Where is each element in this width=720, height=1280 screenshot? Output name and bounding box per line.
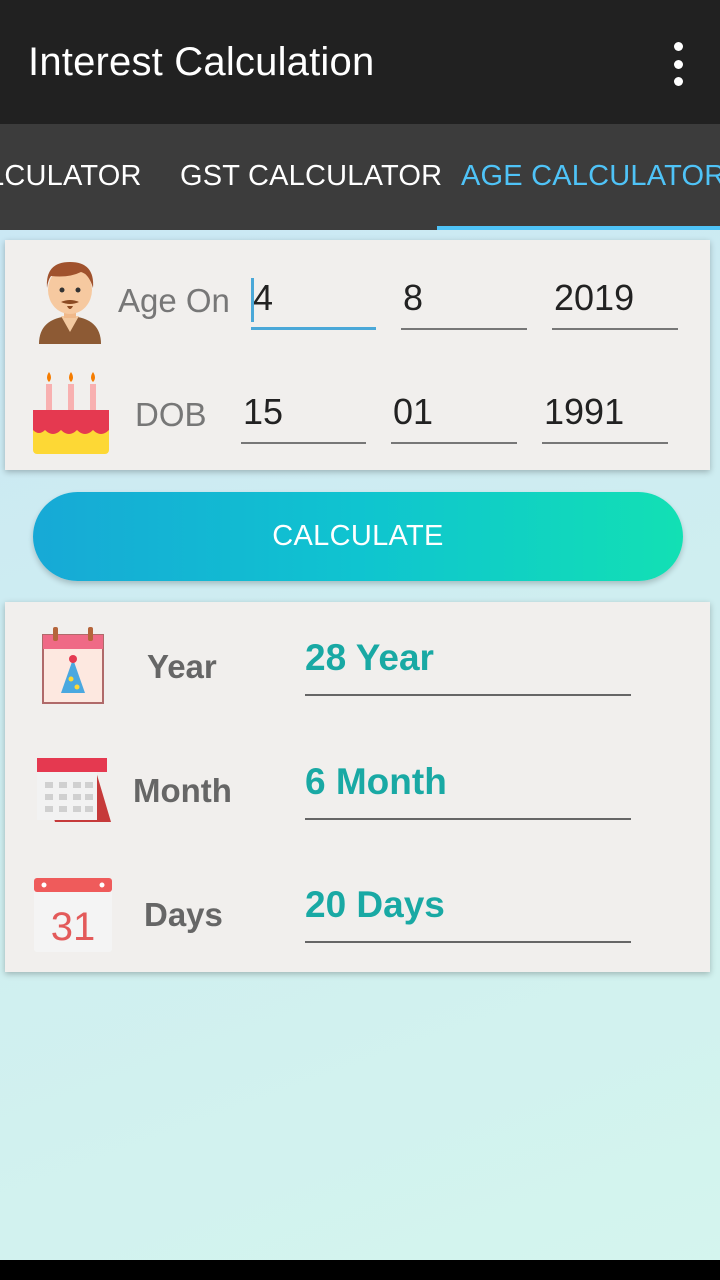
- month-label: Month: [133, 772, 232, 809]
- age-on-day-input[interactable]: 4: [251, 270, 376, 330]
- tab-gst-calculator[interactable]: GST CALCULATOR: [180, 160, 442, 193]
- age-on-label: Age On: [118, 282, 230, 319]
- dob-month-input[interactable]: 01: [391, 384, 517, 444]
- system-nav-bar: [0, 1260, 720, 1280]
- calendar-31-icon: 31: [34, 878, 112, 957]
- app-title: Interest Calculation: [28, 40, 375, 84]
- text-cursor: [251, 278, 254, 322]
- days-value: 20 Days: [305, 875, 631, 943]
- age-on-year-value: 2019: [554, 277, 635, 318]
- age-on-day-value: 4: [253, 277, 274, 318]
- man-avatar-icon: [35, 256, 105, 349]
- calculate-button[interactable]: CALCULATE: [33, 492, 683, 581]
- tab-interest-calculator[interactable]: LCULATOR: [0, 160, 142, 193]
- more-vert-icon[interactable]: [666, 42, 690, 86]
- dob-year-input[interactable]: 1991: [542, 384, 668, 444]
- dob-year-value: 1991: [544, 391, 625, 432]
- tab-bar: LCULATOR GST CALCULATOR AGE CALCULATOR: [0, 124, 720, 230]
- desk-calendar-icon: [35, 754, 113, 829]
- year-label: Year: [147, 648, 217, 685]
- party-calendar-icon: [41, 627, 105, 710]
- app-bar: Interest Calculation: [0, 0, 720, 124]
- dob-label: DOB: [135, 396, 207, 433]
- tab-indicator: [437, 226, 720, 230]
- tab-age-calculator[interactable]: AGE CALCULATOR: [461, 160, 720, 193]
- month-value: 6 Month: [305, 752, 631, 820]
- birthday-cake-icon: [31, 372, 111, 461]
- dob-month-value: 01: [393, 391, 434, 432]
- result-card: Year 28 Year Month 6 Month 31 Days 20 Da…: [5, 602, 710, 972]
- year-value: 28 Year: [305, 628, 631, 696]
- calendar-31-text: 31: [51, 905, 96, 949]
- days-label: Days: [144, 896, 223, 933]
- date-input-card: Age On 4 8 2019 DOB 15 01 1991: [5, 240, 710, 470]
- dob-day-value: 15: [243, 391, 284, 432]
- dob-day-input[interactable]: 15: [241, 384, 366, 444]
- age-on-year-input[interactable]: 2019: [552, 270, 678, 330]
- age-on-month-input[interactable]: 8: [401, 270, 527, 330]
- age-on-month-value: 8: [403, 277, 424, 318]
